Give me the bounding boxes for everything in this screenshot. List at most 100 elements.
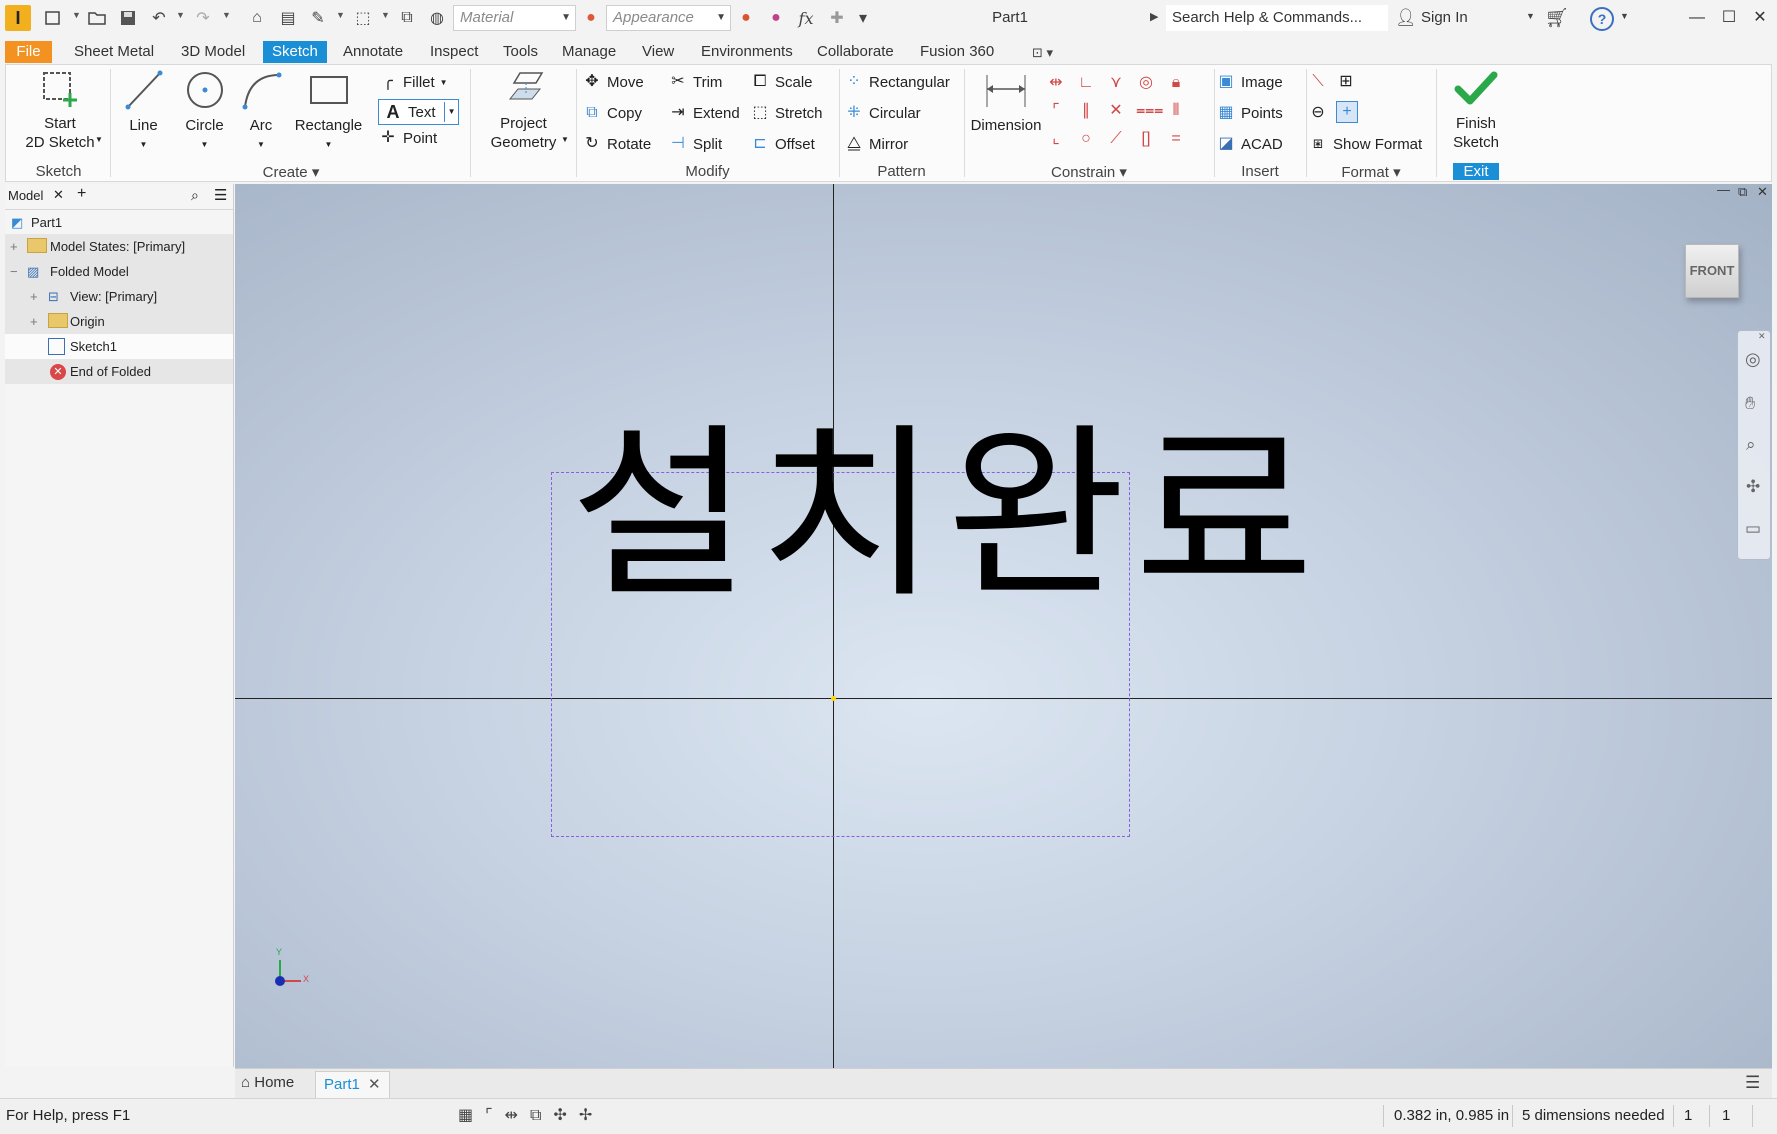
arc-button[interactable]: Arc ▼ (236, 69, 286, 154)
cart-icon[interactable]: 🛒︎ (1545, 6, 1569, 30)
points-button[interactable]: ▦ Points (1216, 103, 1282, 123)
material-ball-icon[interactable]: ◍ (426, 7, 448, 29)
dimension-button[interactable]: Dimension (964, 69, 1048, 135)
rectangular-pattern-button[interactable]: ⁘ Rectangular (844, 72, 950, 92)
pan-icon[interactable]: ✋︎ (1745, 393, 1755, 414)
text-button[interactable]: A Text ▼ (378, 99, 459, 125)
tree-item-origin[interactable]: + Origin (5, 309, 233, 334)
viewcube[interactable]: FRONT (1685, 244, 1739, 298)
user-icon[interactable]: 👤︎ (1395, 8, 1417, 28)
tab-collaborate[interactable]: Collaborate (808, 41, 903, 63)
open-folder-icon[interactable] (86, 7, 108, 29)
point-button[interactable]: ✛ Point (378, 128, 437, 148)
plus-icon[interactable]: ✚ (826, 7, 848, 29)
vertical-icon[interactable]: ⫴ (1166, 101, 1186, 121)
return-icon[interactable]: ▤ (277, 7, 299, 29)
offset-button[interactable]: ⊏ Offset (750, 134, 814, 154)
adjust-appearance-icon[interactable]: ● (735, 7, 757, 29)
scale-button[interactable]: ⧠ Scale (750, 72, 813, 92)
menu-icon[interactable]: ☰ (214, 186, 227, 204)
sign-in-link[interactable]: Sign In (1421, 9, 1468, 26)
tree-item-end-of-folded[interactable]: ✕ End of Folded (5, 359, 233, 384)
image-button[interactable]: ▣ Image (1216, 72, 1282, 92)
finish-sketch-button[interactable]: Finish Sketch (1436, 69, 1516, 152)
search-input[interactable]: Search Help & Commands... (1166, 5, 1388, 31)
circular-pattern-button[interactable]: ⁜ Circular (844, 103, 920, 123)
undo-icon[interactable]: ↶ (148, 7, 170, 29)
group-label-create[interactable]: Create ▾ (111, 163, 471, 181)
chevron-down-icon[interactable]: ▼ (561, 135, 569, 144)
close-icon[interactable]: ✕ (368, 1076, 381, 1093)
chevron-down-icon[interactable]: ▼ (222, 10, 231, 20)
expand-icon[interactable]: + (30, 309, 38, 334)
tab-3d-model[interactable]: 3D Model (172, 41, 254, 63)
collapse-icon[interactable]: − (10, 259, 18, 284)
clear-appearance-icon[interactable]: ● (765, 7, 787, 29)
tab-sheet-metal[interactable]: Sheet Metal (65, 41, 163, 63)
equal-icon[interactable]: = (1166, 129, 1186, 149)
tree-item-model-states[interactable]: + Model States: [Primary] (5, 234, 233, 259)
symmetric-icon[interactable]: [] (1136, 129, 1156, 149)
constraint-settings-icon[interactable]: ⌞ (1046, 129, 1066, 149)
acad-button[interactable]: ◪ ACAD (1216, 134, 1282, 154)
close-icon[interactable]: ✕ (1757, 184, 1768, 200)
chevron-down-icon[interactable]: ▼ (1526, 11, 1535, 21)
tab-file[interactable]: File (5, 41, 52, 63)
stretch-button[interactable]: ⬚ Stretch (750, 103, 822, 123)
close-icon[interactable]: ✕ (1758, 331, 1766, 342)
group-label-format[interactable]: Format ▾ (1306, 163, 1436, 181)
sketch-text[interactable]: 설치완료 (570, 422, 1322, 608)
trim-button[interactable]: ✂ Trim (668, 72, 722, 92)
help-icon[interactable]: ? (1590, 7, 1614, 31)
extend-button[interactable]: ⇥ Extend (668, 103, 739, 123)
collinear-icon[interactable]: ✕ (1106, 101, 1126, 121)
tab-manage[interactable]: Manage (553, 41, 625, 63)
home-tab[interactable]: ⌂ Home (241, 1074, 294, 1091)
chevron-down-icon[interactable]: ▼ (176, 10, 185, 20)
chevron-down-icon[interactable]: ▼ (381, 10, 390, 20)
graphics-canvas[interactable]: 설치완료 FRONT — ⧉ ✕ ✕ ◎ ✋︎ ⌕ ✣ ▭ Y X (235, 184, 1772, 1068)
show-constraints-icon[interactable]: ⌜ (1046, 101, 1066, 121)
close-icon[interactable]: ✕ (53, 187, 64, 203)
update-icon[interactable]: ⧉ (396, 7, 418, 29)
chevron-down-icon[interactable]: ▼ (1620, 11, 1629, 21)
group-label-constrain[interactable]: Constrain ▾ (964, 163, 1214, 181)
tangent-icon[interactable]: ○ (1076, 129, 1096, 149)
chevron-down-icon[interactable]: ▼ (336, 10, 345, 20)
tab-environments[interactable]: Environments (692, 41, 802, 63)
mirror-button[interactable]: ⧋ Mirror (844, 134, 908, 154)
move-button[interactable]: ✥ Move (582, 72, 643, 92)
new-file-icon[interactable] (42, 7, 64, 29)
tree-item-folded-model[interactable]: − ▨ Folded Model (5, 259, 233, 284)
tab-tools[interactable]: Tools (494, 41, 547, 63)
tab-view[interactable]: View (633, 41, 683, 63)
copy-button[interactable]: ⧉ Copy (582, 103, 642, 123)
coincident-icon[interactable]: ⋎ (1106, 73, 1126, 93)
home-icon[interactable]: ⌂ (246, 7, 268, 29)
fix-lock-icon[interactable]: 🔒︎ (1166, 73, 1186, 93)
minimize-icon[interactable]: — (1717, 184, 1730, 197)
tab-inspect[interactable]: Inspect (421, 41, 487, 63)
rotate-button[interactable]: ↻ Rotate (582, 134, 651, 154)
ribbon-display-icon[interactable]: ⊡ ▾ (1032, 45, 1053, 61)
expand-icon[interactable]: + (10, 234, 18, 259)
steering-wheel-icon[interactable]: ◎ (1745, 349, 1761, 370)
origin-point[interactable] (831, 696, 836, 701)
search-icon[interactable]: ⌕ (191, 187, 199, 204)
customize-qat-icon[interactable]: ▾ (852, 7, 874, 29)
tab-fusion-360[interactable]: Fusion 360 (911, 41, 1003, 63)
status-toolbar-icons[interactable]: ▦⌜⇹⧉✣✢ (458, 1099, 604, 1134)
center-point-icon[interactable]: ⊖ (1308, 103, 1328, 123)
zoom-icon[interactable]: ⌕ (1746, 435, 1756, 455)
orbit-icon[interactable]: ✣ (1746, 477, 1760, 497)
construction-icon[interactable]: ⟍ (1308, 72, 1328, 92)
minimize-icon[interactable]: — (1682, 4, 1712, 32)
tab-sketch[interactable]: Sketch (263, 41, 327, 63)
parameters-fx-icon[interactable]: fx (795, 7, 817, 29)
tree-item-sketch1[interactable]: Sketch1 (5, 334, 233, 359)
perpendicular-icon[interactable]: ∟ (1076, 73, 1096, 93)
start-2d-sketch-button[interactable]: Start 2D Sketch (14, 69, 106, 152)
circle-button[interactable]: Circle ▼ (177, 69, 232, 154)
appearance-ball-icon[interactable]: ● (580, 7, 602, 29)
menu-icon[interactable]: ☰ (1745, 1073, 1760, 1093)
